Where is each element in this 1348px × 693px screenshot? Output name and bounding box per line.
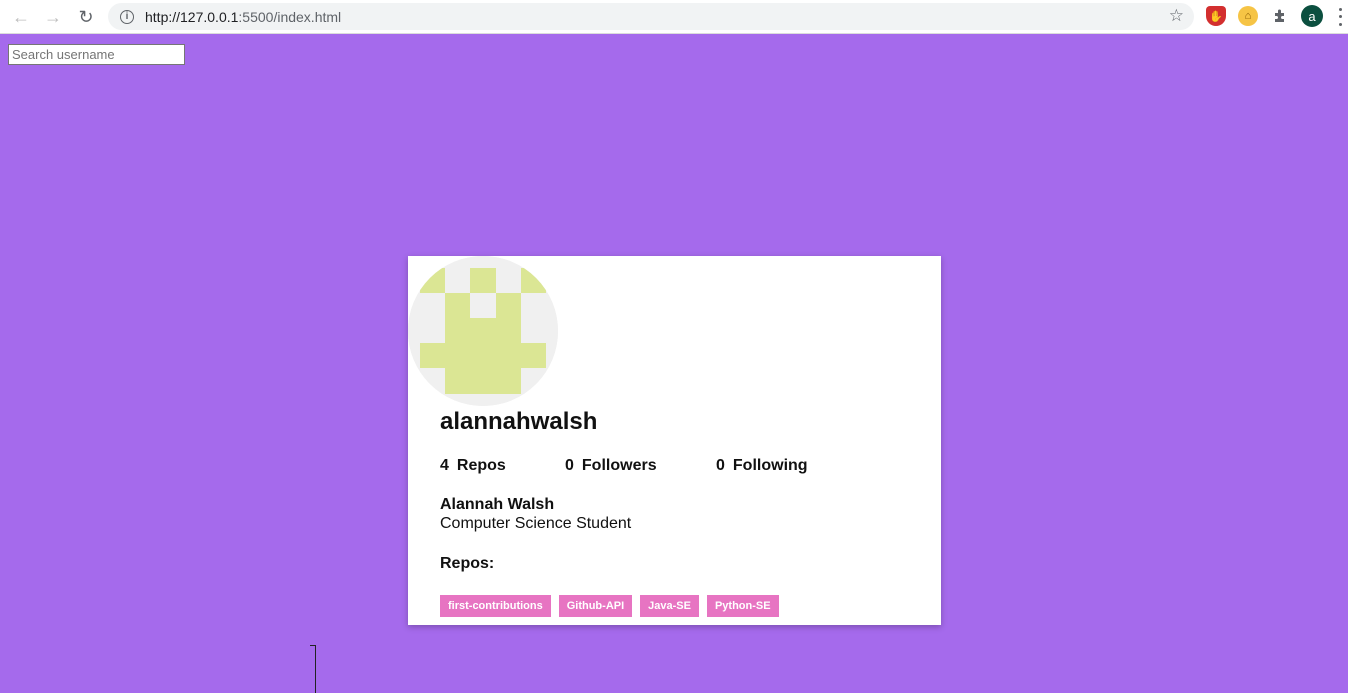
profile-initial: a: [1308, 8, 1316, 24]
stat-following: 0 Following: [716, 457, 808, 475]
back-arrow-icon[interactable]: ←: [10, 6, 32, 28]
repos-heading: Repos:: [440, 555, 495, 572]
stat-label: Followers: [581, 457, 657, 474]
key-icon[interactable]: ⌂: [1238, 6, 1258, 26]
stat-count: 4: [440, 457, 449, 474]
bio-text: Computer Science Student: [440, 515, 632, 532]
info-icon[interactable]: i: [120, 9, 134, 24]
full-name: Alannah Walsh: [440, 496, 555, 513]
repo-tag[interactable]: Java-SE: [640, 595, 699, 617]
browser-toolbar: ← → ↻ i http://127.0.0.1:5500/index.html…: [0, 0, 1348, 34]
identicon-icon: [408, 256, 558, 406]
repo-tag[interactable]: Github-API: [558, 595, 633, 617]
stats-row: 4 Repos 0 Followers 0 Following: [440, 457, 808, 475]
profile-card: alannahwalsh 4 Repos 0 Followers 0 Follo…: [408, 256, 941, 625]
stat-label: Repos: [456, 457, 506, 474]
text-cursor-icon: [310, 645, 316, 693]
avatar: [408, 256, 558, 406]
stat-label: Following: [732, 457, 808, 474]
puzzle-icon[interactable]: [1270, 6, 1290, 26]
address-url[interactable]: http://127.0.0.1:5500/index.html: [145, 9, 341, 25]
stat-count: 0: [716, 457, 725, 474]
stat-followers: 0 Followers: [565, 457, 716, 475]
stat-count: 0: [565, 457, 574, 474]
forward-arrow-icon[interactable]: →: [42, 6, 64, 28]
username-heading: alannahwalsh: [440, 408, 598, 435]
repo-tag[interactable]: first-contributions: [440, 595, 551, 617]
repo-list: first-contributions Github-API Java-SE P…: [440, 595, 787, 617]
url-host: http://127.0.0.1: [145, 8, 239, 25]
search-input[interactable]: [8, 44, 185, 65]
ublock-icon[interactable]: ✋: [1206, 6, 1226, 26]
repo-tag[interactable]: Python-SE: [706, 595, 779, 617]
address-bar[interactable]: i http://127.0.0.1:5500/index.html ☆: [108, 3, 1194, 30]
url-path: :5500/index.html: [238, 8, 342, 25]
reload-icon[interactable]: ↻: [75, 6, 97, 28]
stat-repos: 4 Repos: [440, 457, 565, 475]
menu-dots-icon[interactable]: [1336, 6, 1344, 28]
star-icon[interactable]: ☆: [1169, 6, 1184, 26]
profile-avatar[interactable]: a: [1301, 5, 1323, 27]
